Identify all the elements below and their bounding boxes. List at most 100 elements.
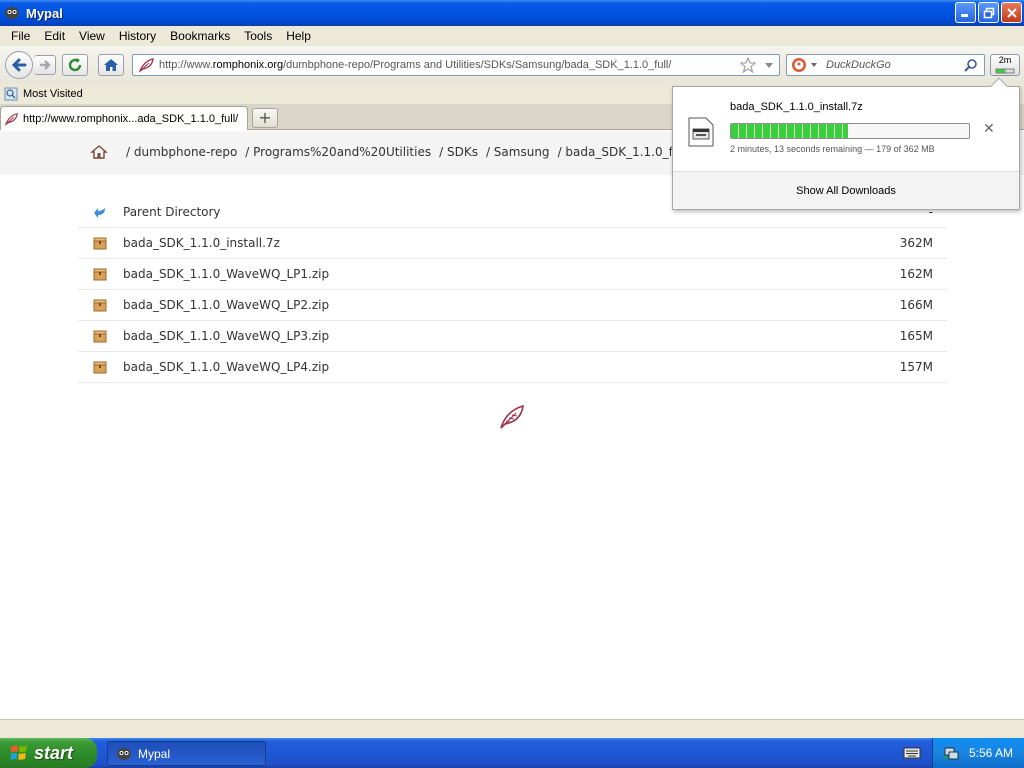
close-icon: ✕	[983, 121, 995, 137]
menu-tools[interactable]: Tools	[237, 29, 279, 43]
close-icon	[1006, 7, 1017, 18]
show-all-downloads-button[interactable]: Show All Downloads	[673, 171, 1019, 209]
search-input[interactable]: DuckDuckGo	[826, 59, 891, 71]
archive-file-icon	[93, 330, 107, 342]
plus-icon: +	[258, 108, 272, 127]
minimize-button[interactable]	[955, 2, 976, 23]
list-item-name[interactable]: Parent Directory	[123, 205, 221, 219]
search-bar[interactable]: DuckDuckGo	[786, 54, 985, 76]
menu-bar: File Edit View History Bookmarks Tools H…	[0, 26, 1024, 46]
most-visited-icon	[4, 87, 18, 101]
tab-title: http://www.romphonix...ada_SDK_1.1.0_ful…	[23, 112, 239, 125]
bookmark-star-icon[interactable]	[740, 57, 756, 73]
archive-file-icon	[93, 299, 107, 311]
start-label: start	[34, 742, 74, 763]
archive-file-icon	[93, 361, 107, 373]
list-item[interactable]: bada_SDK_1.1.0_WaveWQ_LP1.zip 162M	[78, 259, 947, 290]
close-button[interactable]	[1001, 2, 1022, 23]
list-item-name[interactable]: bada_SDK_1.1.0_install.7z	[123, 236, 280, 250]
duckduckgo-engine-icon[interactable]	[791, 57, 807, 73]
list-item-size: 157M	[899, 360, 933, 374]
mypal-app-icon	[5, 7, 19, 19]
menu-file[interactable]: File	[4, 29, 37, 43]
url-bar[interactable]: http://www.romphonix.org/dumbphone-repo/…	[132, 54, 780, 76]
window-titlebar[interactable]: Mypal	[0, 0, 1024, 26]
maximize-button[interactable]	[978, 2, 999, 23]
search-icon[interactable]	[964, 58, 978, 72]
cancel-download-button[interactable]: ✕	[983, 121, 995, 137]
taskbar: start Mypal 5:56 AM	[0, 738, 1024, 768]
menu-view[interactable]: View	[72, 29, 112, 43]
home-breadcrumb-icon[interactable]	[90, 144, 108, 160]
menu-bookmarks[interactable]: Bookmarks	[163, 29, 237, 43]
home-icon	[104, 59, 118, 71]
breadcrumb-item[interactable]: / dumbphone-repo	[126, 145, 237, 159]
list-item-size: 362M	[899, 236, 933, 250]
archive-file-icon	[93, 268, 107, 280]
breadcrumb: / dumbphone-repo / Programs%20and%20Util…	[90, 144, 703, 160]
back-button[interactable]	[5, 51, 33, 79]
list-item-size: 162M	[899, 267, 933, 281]
network-tray-icon[interactable]	[943, 745, 959, 761]
start-button[interactable]: start	[0, 738, 97, 768]
menu-history[interactable]: History	[112, 29, 163, 43]
breadcrumb-item[interactable]: / SDKs	[439, 145, 478, 159]
most-visited-link[interactable]: Most Visited	[23, 88, 83, 100]
url-dropdown-icon[interactable]	[764, 62, 774, 70]
new-tab-button[interactable]: +	[252, 108, 278, 128]
downloads-progress-icon	[995, 68, 1015, 74]
download-progress-fill	[731, 124, 848, 138]
forward-arrow-icon	[39, 60, 51, 70]
7z-file-icon	[688, 117, 714, 147]
parent-directory-icon	[94, 207, 105, 218]
list-item[interactable]: bada_SDK_1.1.0_WaveWQ_LP4.zip 157M	[78, 352, 947, 383]
list-item-size: 165M	[899, 329, 933, 343]
reload-icon	[68, 58, 82, 72]
home-button[interactable]	[98, 54, 124, 76]
clock[interactable]: 5:56 AM	[969, 746, 1013, 760]
taskbar-item-label: Mypal	[138, 746, 171, 761]
site-feather-icon	[138, 58, 154, 73]
system-tray: 5:56 AM	[932, 738, 1024, 768]
tab-current[interactable]: http://www.romphonix...ada_SDK_1.1.0_ful…	[0, 106, 248, 130]
list-item[interactable]: bada_SDK_1.1.0_install.7z 362M	[78, 228, 947, 259]
download-status: 2 minutes, 13 seconds remaining — 179 of…	[730, 144, 935, 154]
download-progress-bar	[730, 123, 970, 139]
download-filename: bada_SDK_1.1.0_install.7z	[730, 101, 863, 113]
list-item-name[interactable]: bada_SDK_1.1.0_WaveWQ_LP2.zip	[123, 298, 329, 312]
page-content: / dumbphone-repo / Programs%20and%20Util…	[0, 131, 1024, 719]
show-all-downloads-label: Show All Downloads	[796, 184, 896, 197]
tab-feather-icon	[4, 112, 18, 126]
restore-icon	[983, 7, 994, 18]
url-text: http://www.romphonix.org/dumbphone-repo/…	[159, 59, 672, 71]
windows-logo-icon	[10, 745, 27, 760]
list-item[interactable]: bada_SDK_1.1.0_WaveWQ_LP2.zip 166M	[78, 290, 947, 321]
engine-dropdown-icon[interactable]	[810, 62, 818, 68]
list-item-size: 166M	[899, 298, 933, 312]
back-arrow-icon	[11, 58, 27, 72]
status-bar	[0, 719, 1024, 738]
list-item-name[interactable]: bada_SDK_1.1.0_WaveWQ_LP3.zip	[123, 329, 329, 343]
archive-file-icon	[93, 237, 107, 249]
breadcrumb-item[interactable]: / bada_SDK_1.1.0_full	[558, 145, 688, 159]
downloads-button[interactable]: 2m	[990, 54, 1020, 76]
downloads-time-label: 2m	[998, 55, 1012, 65]
forward-button[interactable]	[34, 55, 56, 75]
menu-help[interactable]: Help	[279, 29, 318, 43]
navigation-toolbar: http://www.romphonix.org/dumbphone-repo/…	[0, 46, 1024, 84]
file-listing: Parent Directory - bada_SDK_1.1.0_instal…	[78, 197, 947, 383]
list-item-name[interactable]: bada_SDK_1.1.0_WaveWQ_LP4.zip	[123, 360, 329, 374]
menu-edit[interactable]: Edit	[37, 29, 72, 43]
breadcrumb-item[interactable]: / Programs%20and%20Utilities	[245, 145, 431, 159]
list-item[interactable]: bada_SDK_1.1.0_WaveWQ_LP3.zip 165M	[78, 321, 947, 352]
keyboard-icon[interactable]	[903, 745, 921, 761]
list-item-name[interactable]: bada_SDK_1.1.0_WaveWQ_LP1.zip	[123, 267, 329, 281]
downloads-panel: bada_SDK_1.1.0_install.7z 2 minutes, 13 …	[672, 77, 1020, 210]
reload-button[interactable]	[62, 54, 88, 76]
feather-logo-icon	[500, 404, 524, 429]
mypal-task-icon	[117, 747, 131, 760]
taskbar-item-mypal[interactable]: Mypal	[107, 741, 266, 766]
minimize-icon	[961, 14, 968, 17]
breadcrumb-item[interactable]: / Samsung	[486, 145, 550, 159]
window-title: Mypal	[26, 5, 63, 21]
